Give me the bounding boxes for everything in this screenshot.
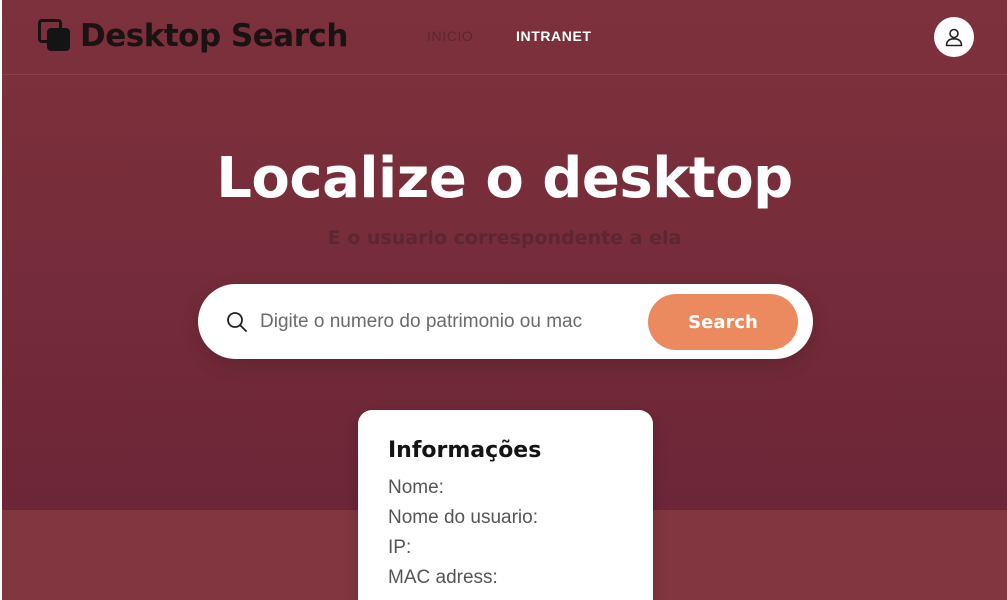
user-icon bbox=[945, 28, 963, 47]
page: Desktop Search INICIO INTRANET Localize … bbox=[2, 0, 1007, 600]
info-field-ip: IP: bbox=[388, 537, 412, 558]
nav-item-intranet[interactable]: INTRANET bbox=[516, 28, 592, 44]
brand[interactable]: Desktop Search bbox=[38, 18, 348, 54]
search-button[interactable]: Search bbox=[648, 294, 798, 350]
brand-name: Desktop Search bbox=[80, 18, 348, 54]
nav-item-inicio[interactable]: INICIO bbox=[427, 28, 473, 44]
page-subtitle: E o usuario correspondente a ela bbox=[327, 227, 682, 249]
search-bar: Search bbox=[198, 284, 813, 359]
search-icon bbox=[227, 312, 247, 332]
info-field-mac: MAC adress: bbox=[388, 567, 498, 588]
user-avatar-button[interactable] bbox=[934, 17, 974, 57]
info-title: Informações bbox=[388, 438, 542, 463]
navbar: Desktop Search INICIO INTRANET bbox=[2, 0, 1007, 75]
info-field-nome: Nome: bbox=[388, 477, 444, 498]
info-card: Informações Nome: Nome do usuario: IP: M… bbox=[358, 410, 653, 600]
stacked-squares-icon bbox=[38, 19, 72, 53]
page-title: Localize o desktop bbox=[216, 146, 793, 211]
search-input[interactable] bbox=[260, 304, 615, 340]
info-field-nome-usuario: Nome do usuario: bbox=[388, 507, 538, 528]
